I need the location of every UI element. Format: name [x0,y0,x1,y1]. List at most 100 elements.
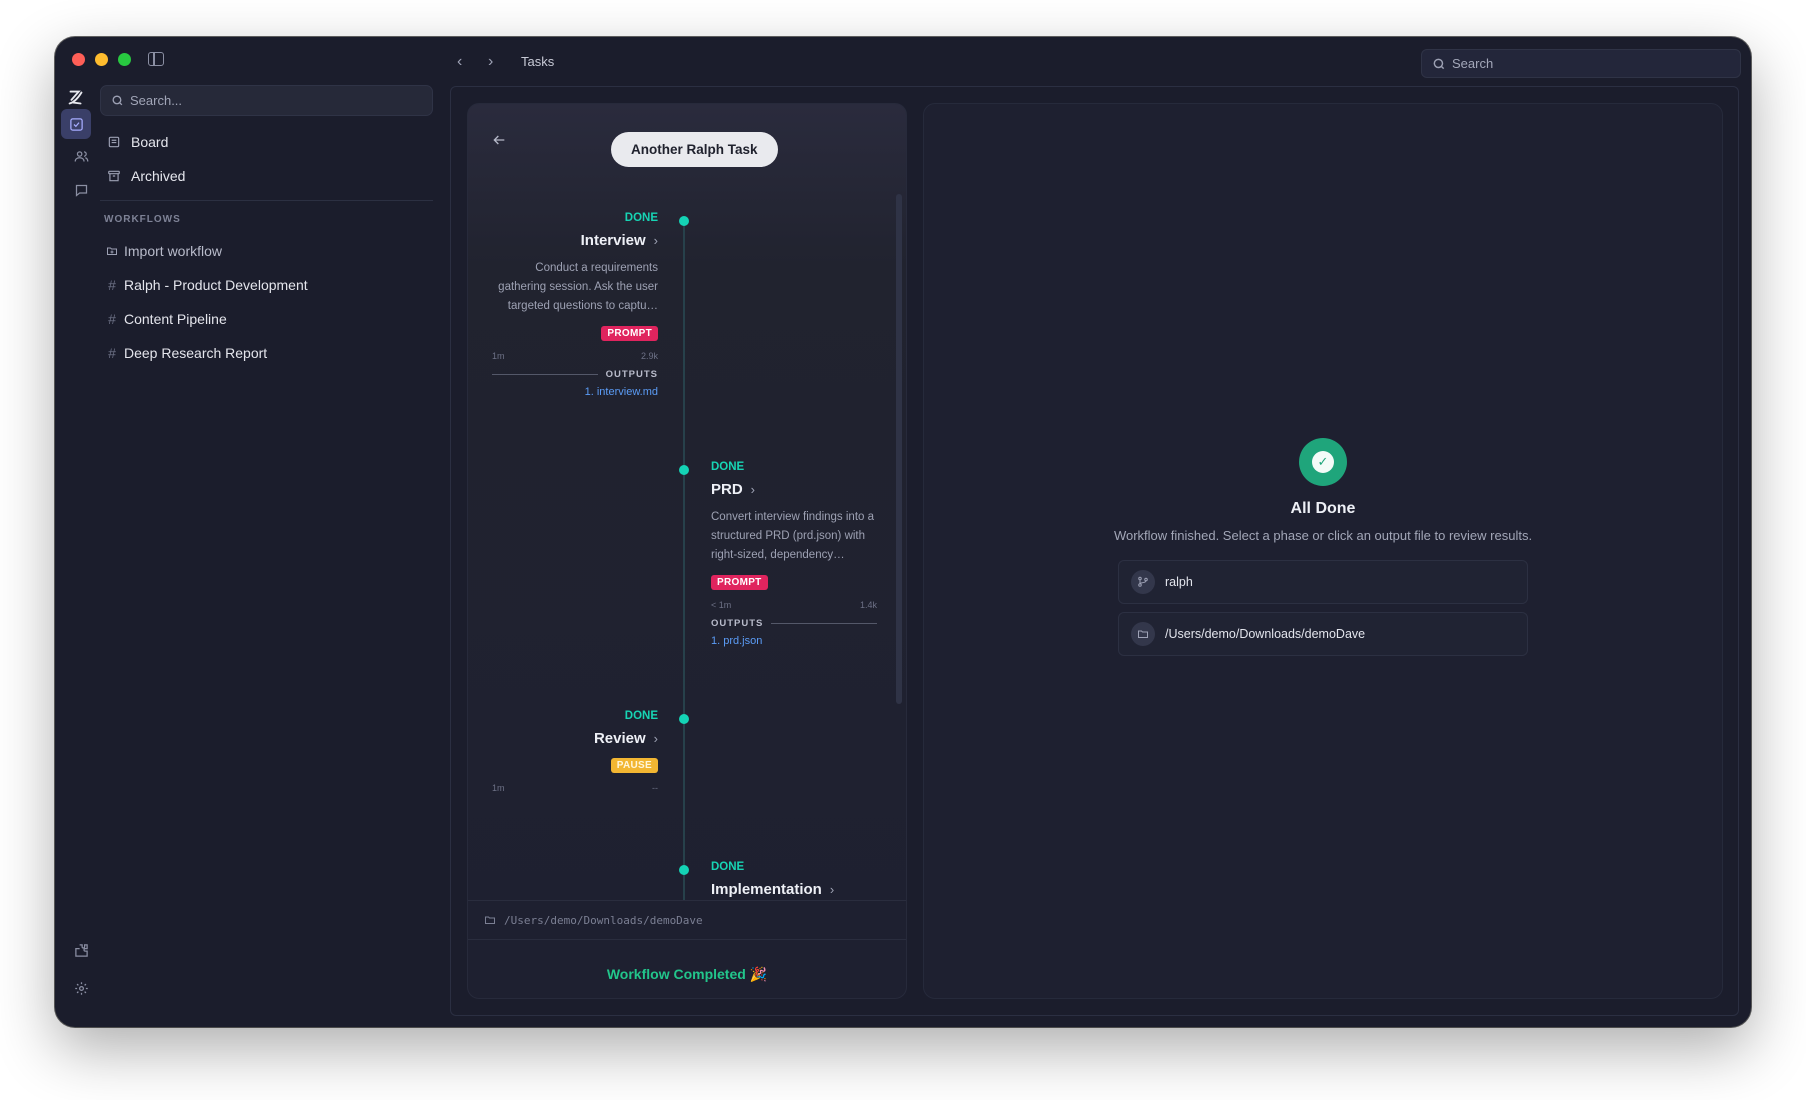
archive-icon [108,170,120,182]
global-search-placeholder: Search [1452,56,1494,71]
app-logo-icon [65,87,87,109]
phase-description: Convert interview findings into a struct… [711,511,874,561]
prompt-badge: PROMPT [711,575,768,590]
nav-back-icon[interactable]: ‹ [457,53,462,71]
sidebar-search-input[interactable]: Search... [100,85,433,116]
phase-name-label: Review [593,730,646,747]
scrollbar[interactable] [896,194,902,704]
back-arrow-icon[interactable] [491,132,507,148]
timeline-dot [679,865,689,875]
timeline-dot [679,714,689,724]
output-file-link[interactable]: 1. prd.json [711,635,877,647]
breadcrumb: Tasks [521,54,555,69]
hash-icon: # [108,311,116,327]
folder-card[interactable]: /Users/demo/Downloads/demoDave [1118,612,1528,656]
working-directory: /Users/demo/Downloads/demoDave [468,900,906,940]
branch-name: ralph [1165,575,1193,589]
phase-name[interactable]: Review › [594,730,658,747]
import-workflow-button[interactable]: Import workflow [106,243,222,259]
workflow-item[interactable]: # Deep Research Report [106,345,267,361]
detail-panel: ✓ All Done Workflow finished. Select a p… [923,103,1723,999]
plugin-icon[interactable] [68,937,94,963]
workflow-item[interactable]: # Ralph - Product Development [106,277,308,293]
phase-tokens: 2.9k [640,351,658,361]
sidebar-divider [100,200,433,201]
folder-icon [1131,622,1155,646]
zoom-window-button[interactable] [118,53,131,66]
outputs-label: OUTPUTS [711,618,764,629]
sidebar-item-board[interactable]: Board [107,134,168,150]
minimize-window-button[interactable] [95,53,108,66]
timeline-dot [679,465,689,475]
phase-name-label: PRD [711,481,743,498]
settings-icon[interactable] [68,975,94,1001]
nav-forward-icon[interactable]: › [488,53,493,71]
phase-card-prd[interactable]: DONE PRD › Convert interview findings int… [711,461,877,647]
task-timeline-panel: Another Ralph Task DONE Interview › Condu… [467,103,907,999]
success-check-icon: ✓ [1299,438,1347,486]
folder-icon [485,916,495,924]
workflow-item[interactable]: # Content Pipeline [106,311,227,327]
people-icon[interactable] [68,143,94,169]
phase-status: DONE [711,861,745,873]
outputs-label: OUTPUTS [605,369,658,380]
import-workflow-label: Import workflow [124,243,223,259]
sidebar-toggle-icon[interactable] [148,52,164,66]
workflow-item-label: Deep Research Report [124,345,268,361]
outputs-header: OUTPUTS [711,618,877,629]
hash-icon: # [108,345,116,361]
phase-status: DONE [624,710,658,722]
search-icon [112,95,123,106]
sidebar-search-placeholder: Search... [130,93,183,108]
branch-card[interactable]: ralph [1118,560,1528,604]
phase-name[interactable]: PRD › [711,481,755,498]
detail-title: All Done [1290,500,1356,517]
phase-name[interactable]: Interview › [581,232,658,249]
phase-name-label: Interview [580,232,646,249]
phase-card-interview[interactable]: DONE Interview › Conduct a requirements g… [492,212,658,398]
search-icon [1433,58,1445,69]
phase-name-label: Implementation [711,881,822,898]
phase-card-review[interactable]: DONE Review › PAUSE 1m -- [492,710,658,793]
phase-name[interactable]: Implementation › [711,881,834,898]
timeline-line [683,222,685,902]
chevron-right-icon: › [750,482,756,497]
close-window-button[interactable] [72,53,85,66]
phase-duration: < 1m [711,600,732,610]
sidebar-item-label: Archived [131,168,186,184]
phase-stats: 1m 2.9k [492,351,658,361]
phase-duration: 1m [492,783,505,793]
task-title[interactable]: Another Ralph Task [611,132,778,167]
global-search-input[interactable]: Search [1421,49,1741,78]
chevron-right-icon: › [829,882,835,897]
folder-import-icon [107,247,117,255]
chevron-right-icon: › [653,731,658,746]
workflow-item-label: Content Pipeline [124,311,227,327]
working-directory-path: /Users/demo/Downloads/demoDave [504,913,703,927]
phase-status: DONE [624,212,658,224]
tasks-icon[interactable] [61,109,91,139]
phase-tokens: 1.4k [859,600,877,610]
detail-subtitle: Workflow finished. Select a phase or cli… [1113,528,1533,543]
sidebar-item-label: Board [131,134,169,150]
workflows-section-label: WORKFLOWS [104,214,181,225]
outputs-header: OUTPUTS [492,369,658,380]
phase-stats: 1m -- [492,783,658,793]
workflow-completed-status: Workflow Completed 🎉 [606,966,768,982]
output-file-link[interactable]: 1. interview.md [492,386,658,398]
sidebar-item-archived[interactable]: Archived [107,168,185,184]
phase-tokens: -- [652,783,658,793]
phase-card-implementation[interactable]: DONE Implementation › [711,861,877,899]
hash-icon: # [108,277,116,293]
phase-duration: 1m [492,351,505,361]
phase-status: DONE [711,461,745,473]
folder-path: /Users/demo/Downloads/demoDave [1165,627,1366,641]
workflow-item-label: Ralph - Product Development [124,277,308,293]
app-window: Search... Board Archived WORKFLOWS Impor… [55,37,1751,1027]
board-icon [108,136,120,148]
prompt-badge: PROMPT [601,326,658,341]
chat-icon[interactable] [68,177,94,203]
phase-description: Conduct a requirements gathering session… [498,262,658,312]
git-branch-icon [1131,570,1155,594]
chevron-right-icon: › [653,233,658,248]
